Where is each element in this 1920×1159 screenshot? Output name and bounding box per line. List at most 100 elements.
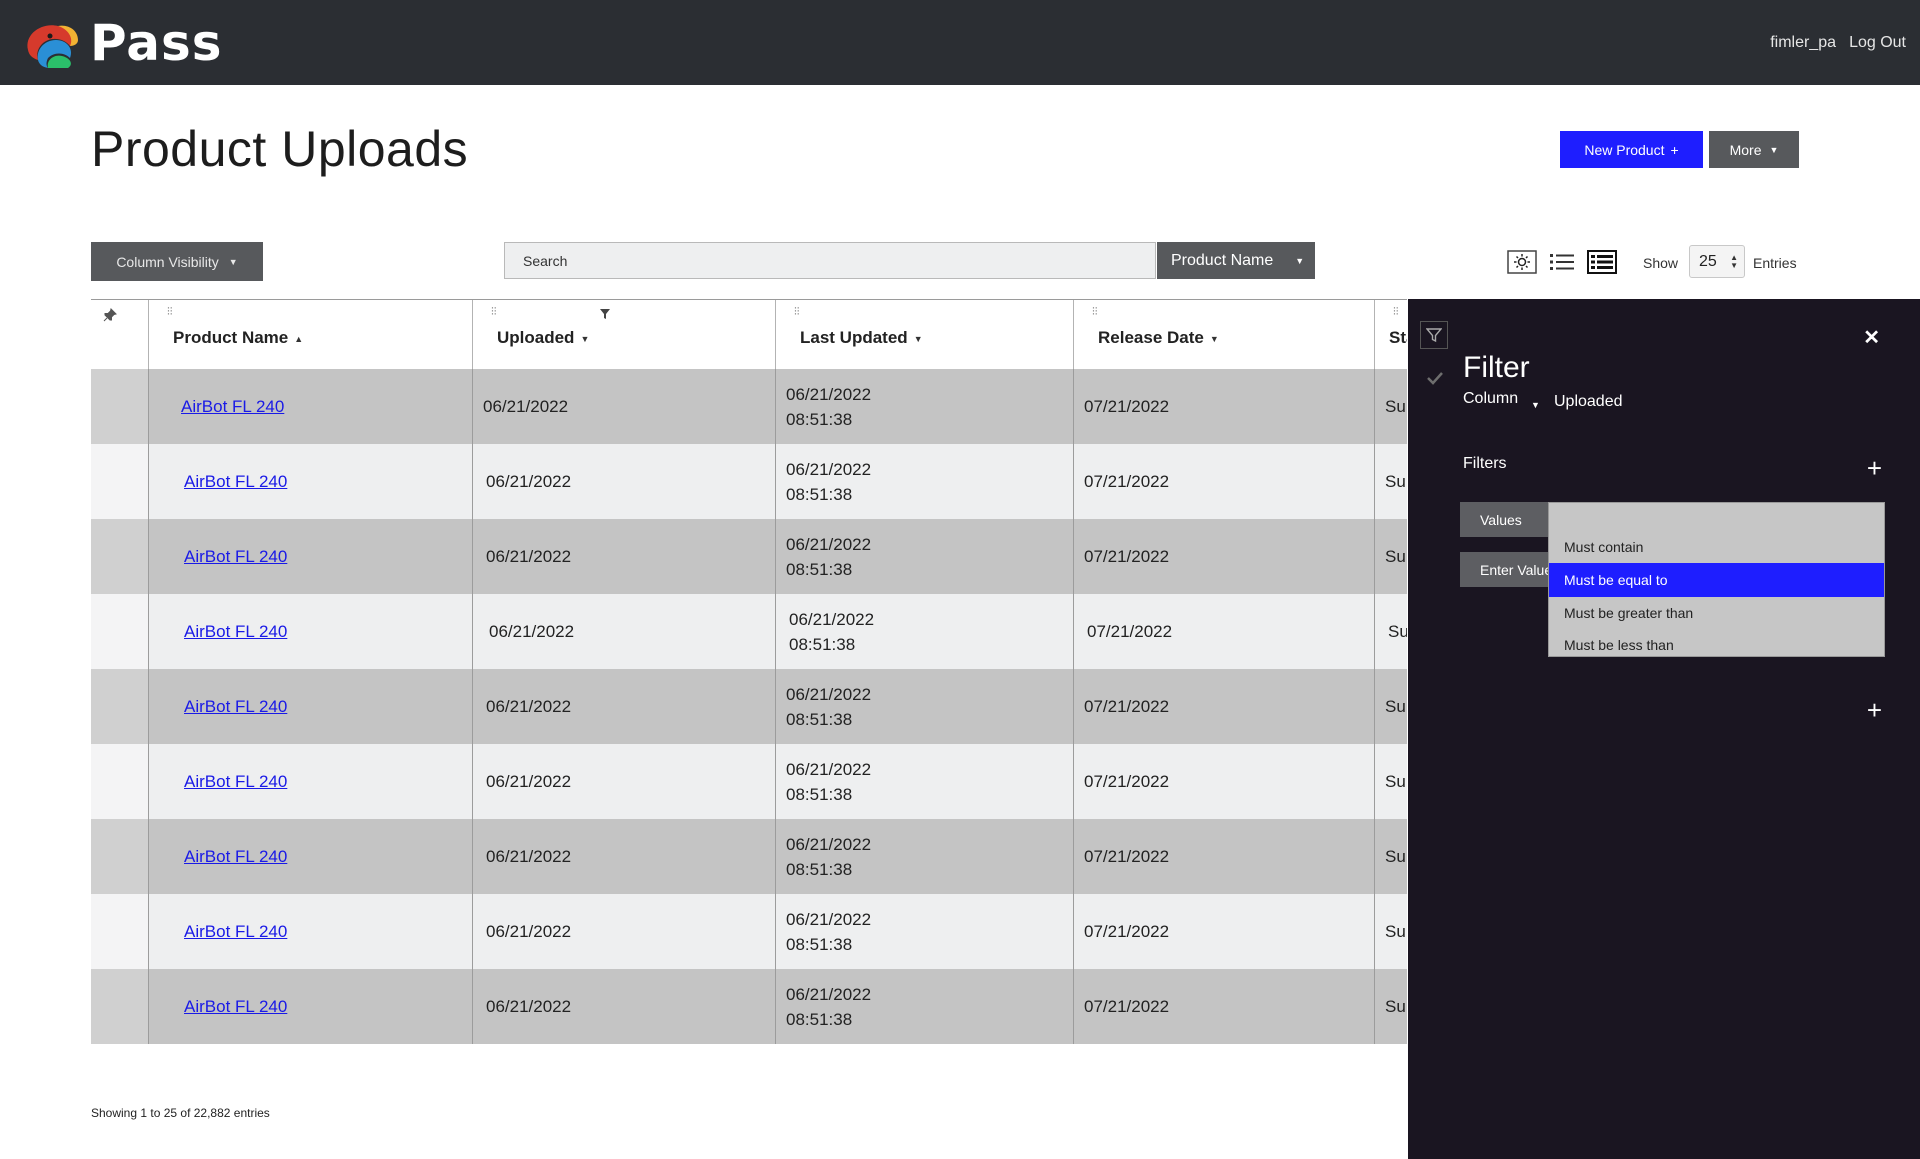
filter-active-icon[interactable]: [599, 308, 611, 320]
last-updated-cell: 06/21/2022 08:51:38: [775, 744, 1073, 819]
sort-icon[interactable]: ▼: [580, 334, 589, 344]
option-must-be-equal-to[interactable]: Must be equal to: [1549, 563, 1884, 597]
product-link[interactable]: AirBot FL 240: [159, 994, 472, 1019]
uploaded-cell: 06/21/2022: [472, 969, 775, 1044]
header-product-name[interactable]: ⫶⫶ Product Name ▲: [148, 300, 472, 370]
uploaded-cell: 06/21/2022: [472, 444, 775, 519]
caret-down-icon: ▼: [1295, 255, 1305, 266]
option-must-contain[interactable]: Must contain: [1549, 531, 1884, 563]
product-name-cell: AirBot FL 240: [148, 369, 472, 444]
enter-value-button[interactable]: Enter Value: [1460, 552, 1550, 587]
updated-date: 06/21/2022: [789, 609, 875, 629]
check-icon[interactable]: [1426, 371, 1444, 390]
filters-label: Filters: [1463, 455, 1507, 472]
table-row[interactable]: AirBot FL 240 06/21/2022 06/21/2022 08:51…: [91, 894, 1407, 969]
product-link[interactable]: AirBot FL 240: [159, 769, 472, 794]
search-input[interactable]: Search: [504, 242, 1156, 279]
header-release-date[interactable]: ⫶⫶ Release Date ▼: [1073, 300, 1374, 370]
product-link[interactable]: AirBot FL 240: [159, 544, 472, 569]
search-field-select[interactable]: Product Name ▼: [1157, 242, 1315, 279]
uploaded-cell: 06/21/2022: [472, 519, 775, 594]
release-date-cell: 07/21/2022: [1073, 444, 1374, 519]
add-filter-icon[interactable]: +: [1867, 455, 1882, 481]
header-status[interactable]: ⫶⫶ Sta: [1374, 300, 1407, 370]
sort-icon[interactable]: ▼: [1210, 334, 1219, 344]
table-row[interactable]: AirBot FL 240 06/21/2022 06/21/2022 08:51…: [91, 969, 1407, 1044]
product-link[interactable]: AirBot FL 240: [159, 844, 472, 869]
column-visibility-button[interactable]: Column Visibility ▼: [91, 242, 263, 281]
table-body: AirBot FL 240 06/21/2022 06/21/2022 08:51…: [91, 369, 1407, 1044]
page-size-select[interactable]: 25 ▲ ▼: [1689, 245, 1745, 278]
product-link[interactable]: AirBot FL 240: [159, 694, 472, 719]
header-uploaded[interactable]: ⫶⫶ Uploaded ▼: [472, 300, 775, 370]
product-name-cell: AirBot FL 240: [148, 819, 472, 894]
sort-icon[interactable]: ▼: [914, 334, 923, 344]
row-pin-cell[interactable]: [91, 744, 148, 819]
show-label: Show: [1643, 255, 1679, 271]
table-row[interactable]: AirBot FL 240 06/21/2022 06/21/2022 08:51…: [91, 444, 1407, 519]
values-button[interactable]: Values: [1460, 502, 1550, 537]
product-link[interactable]: AirBot FL 240: [159, 619, 472, 644]
pass-logo-icon[interactable]: [20, 20, 84, 70]
table-row[interactable]: AirBot FL 240 06/21/2022 06/21/2022 08:51…: [91, 819, 1407, 894]
column-value: Uploaded: [1554, 393, 1623, 410]
header-last-updated[interactable]: ⫶⫶ Last Updated ▼: [775, 300, 1073, 370]
filter-title: Filter: [1463, 351, 1530, 384]
density-icon[interactable]: [1507, 250, 1537, 274]
new-product-button[interactable]: New Product +: [1560, 131, 1703, 168]
product-link[interactable]: AirBot FL 240: [159, 919, 472, 944]
product-name-cell: AirBot FL 240: [148, 519, 472, 594]
row-pin-cell[interactable]: [91, 594, 148, 669]
table-row[interactable]: AirBot FL 240 06/21/2022 06/21/2022 08:51…: [91, 744, 1407, 819]
updated-date: 06/21/2022: [786, 534, 872, 554]
more-label: More: [1729, 141, 1762, 158]
plus-icon: +: [1670, 141, 1679, 158]
drag-handle-icon[interactable]: ⫶⫶: [491, 306, 497, 319]
caret-down-icon[interactable]: ▼: [1531, 400, 1540, 410]
more-button[interactable]: More ▼: [1709, 131, 1799, 168]
table-row[interactable]: AirBot FL 240 06/21/2022 06/21/2022 08:51…: [91, 669, 1407, 744]
updated-date: 06/21/2022: [786, 909, 872, 929]
drag-handle-icon[interactable]: ⫶⫶: [1393, 306, 1399, 319]
drag-handle-icon[interactable]: ⫶⫶: [1092, 306, 1098, 319]
row-pin-cell[interactable]: [91, 894, 148, 969]
last-updated-cell: 06/21/2022 08:51:38: [775, 819, 1073, 894]
product-name-cell: AirBot FL 240: [148, 444, 472, 519]
row-pin-cell[interactable]: [91, 444, 148, 519]
table-row[interactable]: AirBot FL 240 06/21/2022 06/21/2022 08:51…: [91, 519, 1407, 594]
table-view-icon[interactable]: [1587, 250, 1617, 274]
drag-handle-icon[interactable]: ⫶⫶: [794, 306, 800, 319]
last-updated-cell: 06/21/2022 08:51:38: [775, 444, 1073, 519]
row-pin-cell[interactable]: [91, 819, 148, 894]
status-cell: Su: [1374, 369, 1407, 444]
page-title: Product Uploads: [91, 121, 469, 177]
release-date-cell: 07/21/2022: [1073, 369, 1374, 444]
column-select[interactable]: Column: [1463, 390, 1518, 408]
drag-handle-icon[interactable]: ⫶⫶: [167, 306, 173, 319]
table-row[interactable]: AirBot FL 240 06/21/2022 06/21/2022 08:51…: [91, 594, 1407, 669]
status-cell: Su: [1374, 669, 1407, 744]
option-must-be-less-than[interactable]: Must be less than: [1549, 629, 1884, 661]
status-cell: Su: [1374, 819, 1407, 894]
updated-time: 08:51:38: [786, 409, 853, 429]
filter-icon[interactable]: [1420, 321, 1448, 349]
entries-info: Showing 1 to 25 of 22,882 entries: [91, 1106, 270, 1120]
product-link[interactable]: AirBot FL 240: [159, 469, 472, 494]
sort-icon[interactable]: ▲: [294, 334, 303, 344]
option-must-be-greater-than[interactable]: Must be greater than: [1549, 597, 1884, 629]
product-name-cell: AirBot FL 240: [148, 969, 472, 1044]
add-filter-group-icon[interactable]: +: [1867, 697, 1882, 723]
row-pin-cell[interactable]: [91, 369, 148, 444]
row-pin-cell[interactable]: [91, 669, 148, 744]
logout-link[interactable]: Log Out: [1849, 34, 1906, 52]
row-pin-cell[interactable]: [91, 969, 148, 1044]
row-pin-cell[interactable]: [91, 519, 148, 594]
new-product-label: New Product: [1584, 141, 1665, 158]
list-view-icon[interactable]: [1547, 250, 1577, 274]
product-link[interactable]: AirBot FL 240: [159, 394, 472, 419]
table-row[interactable]: AirBot FL 240 06/21/2022 06/21/2022 08:51…: [91, 369, 1407, 444]
table-header: ⫶⫶ Product Name ▲ ⫶⫶ Uploaded ▼ ⫶⫶ Last Up…: [91, 299, 1407, 370]
status-cell: Su: [1374, 894, 1407, 969]
close-icon[interactable]: ✕: [1863, 325, 1880, 350]
pin-icon[interactable]: [103, 308, 117, 322]
